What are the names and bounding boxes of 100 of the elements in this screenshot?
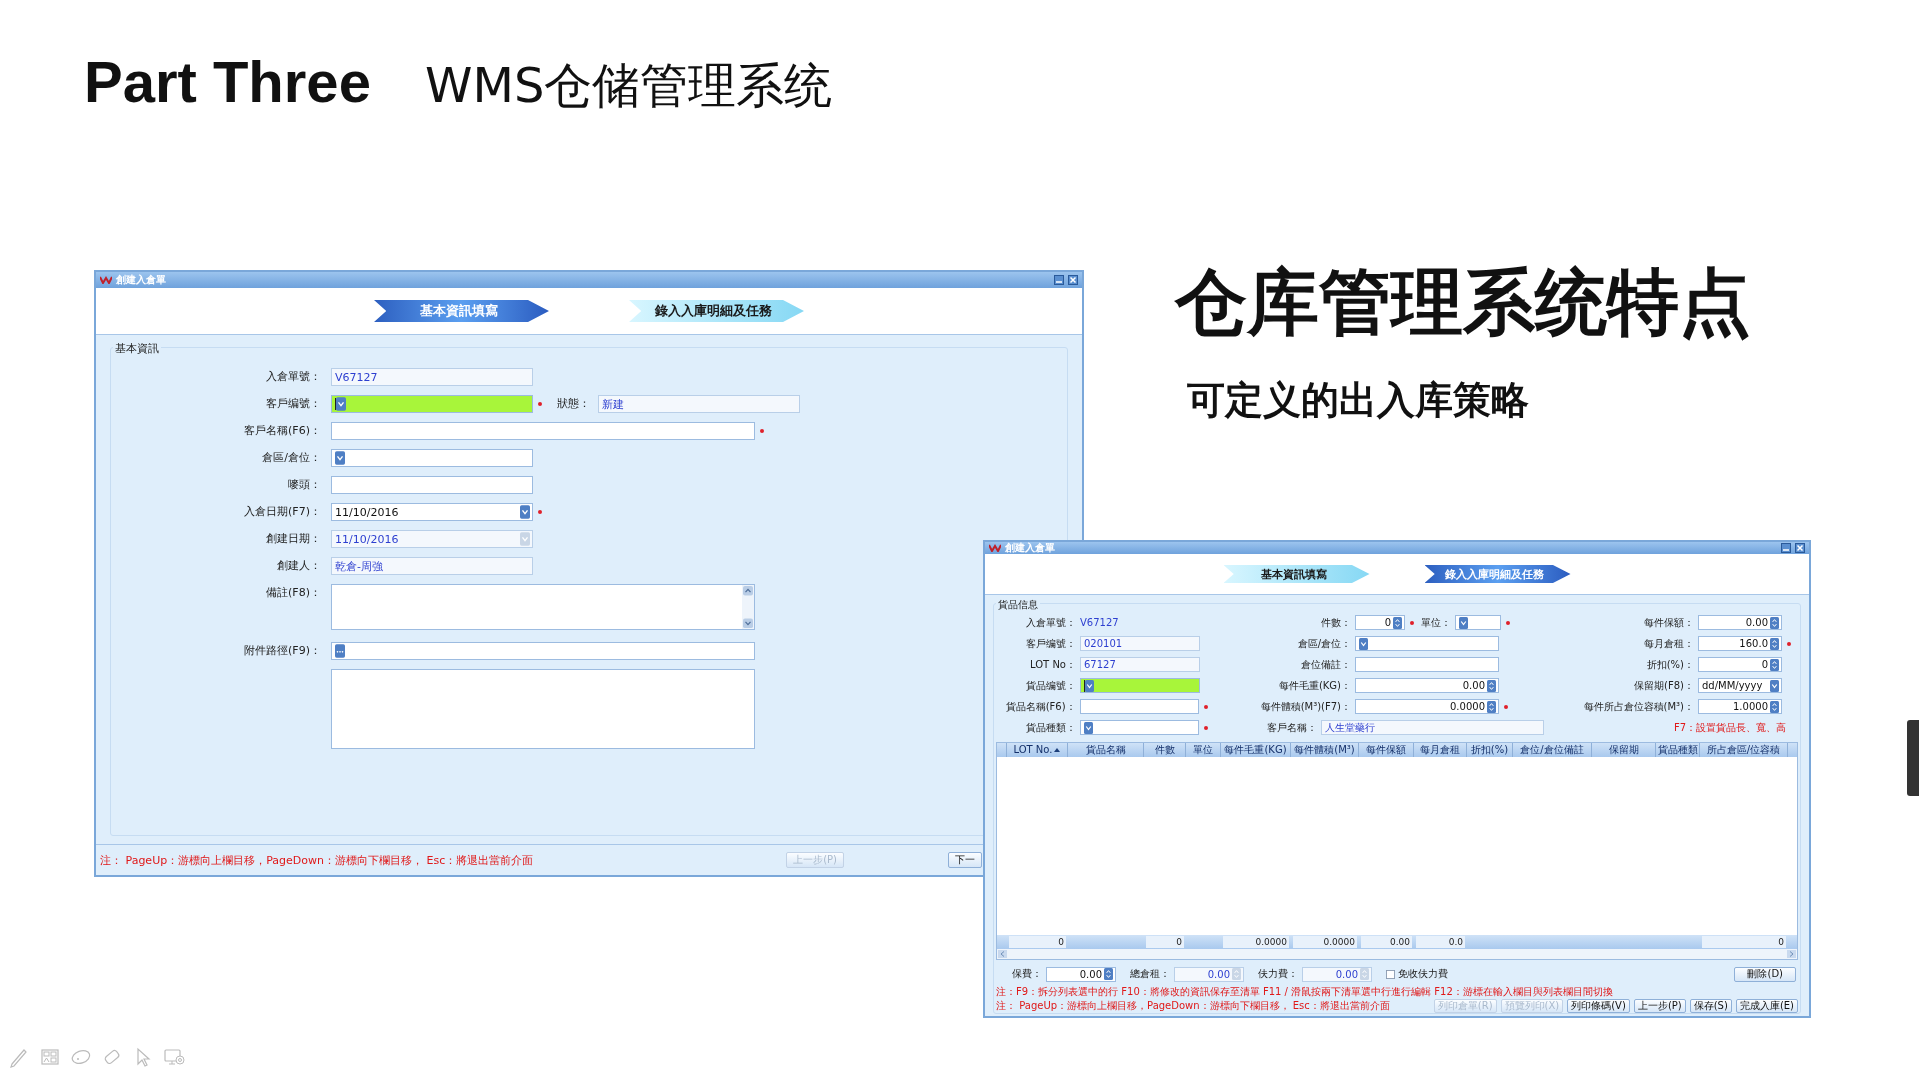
column-header[interactable]: 保留期 [1592, 743, 1656, 757]
spinner-icon[interactable] [1487, 700, 1496, 713]
number-field[interactable]: 0 [1698, 657, 1782, 672]
column-header[interactable]: 每件保額 [1359, 743, 1414, 757]
side-tab-handle[interactable] [1907, 720, 1919, 796]
dropdown-field[interactable] [331, 449, 533, 467]
nav-button[interactable]: 下一 [948, 852, 982, 868]
step-tab[interactable]: 基本資訊填寫 [1223, 565, 1370, 583]
field-label: LOT No： [1029, 657, 1076, 672]
action-button[interactable]: 保存(S) [1689, 999, 1732, 1013]
dropdown-field[interactable]: dd/MM/yyyy [1698, 678, 1782, 693]
column-header[interactable]: LOT No. [1007, 743, 1068, 757]
checkbox-label[interactable]: 免收伕力費 [1398, 967, 1448, 981]
scrollbar[interactable] [742, 585, 754, 629]
field-label: 倉位備註： [1300, 657, 1351, 672]
column-total: 0 [1702, 936, 1786, 948]
action-button[interactable]: 上一步(P) [1633, 999, 1686, 1013]
field-label: 入倉日期(F7)： [243, 504, 321, 520]
column-header[interactable]: 每件毛重(KG) [1221, 743, 1291, 757]
column-total: 0 [1146, 936, 1184, 948]
column-total: 0 [1009, 936, 1066, 948]
field-label: 每件毛重(KG)： [1277, 678, 1351, 693]
text-field[interactable] [331, 476, 533, 494]
text-field[interactable]: 020101 [1080, 636, 1200, 651]
window-title: 創建入倉單 [116, 275, 166, 285]
slide-heading: 仓库管理系统特点 [1175, 259, 1751, 346]
number-field[interactable]: 160.0 [1698, 636, 1782, 651]
text-field[interactable] [331, 422, 755, 440]
dropdown-field[interactable] [1355, 636, 1499, 651]
monitor-icon[interactable] [163, 1046, 185, 1068]
number-field[interactable]: 0.00 [1698, 615, 1782, 630]
number-field[interactable]: 1.0000 [1698, 699, 1782, 714]
field-label: 伕力費： [1258, 967, 1298, 981]
checkbox[interactable] [1386, 969, 1395, 979]
text-field[interactable]: V67127 [331, 368, 533, 386]
number-field[interactable]: 0.00 [1355, 678, 1499, 693]
field-label: 附件路徑(F9)： [243, 643, 321, 659]
dropdown-field[interactable] [331, 395, 533, 413]
slide-subheading: 可定义的出入库策略 [1187, 377, 1529, 424]
close-button[interactable] [1068, 275, 1078, 285]
value-text: V67127 [1080, 617, 1119, 628]
file-path-field[interactable] [331, 642, 755, 660]
spinner-icon[interactable] [1393, 616, 1402, 629]
spinner-icon[interactable] [1770, 700, 1779, 713]
dropdown-field[interactable]: 11/10/2016 [331, 503, 533, 521]
field-label: 件數： [1320, 615, 1351, 630]
minimize-button[interactable] [1781, 543, 1791, 553]
column-total: 0.0000 [1223, 936, 1289, 948]
action-button[interactable]: 完成入庫(E) [1735, 999, 1798, 1013]
spinner-icon[interactable] [1770, 658, 1779, 671]
text-field[interactable]: 67127 [1080, 657, 1200, 672]
text-field[interactable]: 新建 [598, 395, 800, 413]
column-header[interactable]: 單位 [1186, 743, 1221, 757]
spinner-icon[interactable] [1770, 637, 1779, 650]
step-tab[interactable]: 錄入入庫明細及任務 [629, 300, 804, 322]
column-header[interactable]: 貨品名稱 [1068, 743, 1144, 757]
column-header[interactable]: 倉位/倉位備註 [1513, 743, 1592, 757]
column-header[interactable]: 件數 [1144, 743, 1186, 757]
field-label: 創建日期： [265, 531, 321, 547]
field-label: 每件體積(M³)(F7)： [1259, 699, 1351, 714]
text-field[interactable]: 乾倉-周強 [331, 557, 533, 575]
text-area[interactable] [331, 669, 755, 749]
column-header[interactable]: 折扣(%) [1467, 743, 1513, 757]
action-button[interactable]: 列印條碼(V) [1567, 999, 1630, 1013]
browse-button[interactable] [335, 644, 345, 658]
number-field[interactable]: 0.0000 [1355, 699, 1499, 714]
field-label: 每月倉租： [1643, 636, 1694, 651]
field-label: 每件保額： [1643, 615, 1694, 630]
shortcut-note: 注： PageUp：游標向上欄目移，PageDown：游標向下欄目移， Esc：將退出當前介面 [100, 852, 534, 868]
text-field[interactable]: 人生堂藥行 [1321, 720, 1544, 735]
delete-button[interactable]: 刪除(D) [1734, 966, 1796, 982]
number-field[interactable]: 0.00 [1174, 966, 1244, 982]
group-title: 基本資訊 [113, 341, 161, 356]
text-field[interactable] [1355, 657, 1499, 672]
field-label: 折扣(%)： [1645, 657, 1694, 672]
field-label: 貨品種類： [1024, 720, 1076, 735]
column-header[interactable]: 貨品種類 [1656, 743, 1700, 757]
spinner-icon[interactable] [1104, 968, 1113, 980]
close-button[interactable] [1795, 543, 1805, 553]
dropdown-field[interactable] [1080, 678, 1200, 693]
shortcut-note: 注：F9：拆分列表選中的行 F10：將修改的資訊保存至清單 F11 / 滑鼠按兩下清單選中行進行編輯 F12：游標在輸入欄目與列表欄目間切換 [996, 985, 1614, 999]
text-field[interactable] [1079, 699, 1199, 714]
field-label: 總倉租： [1130, 967, 1170, 981]
dropdown-field[interactable] [1079, 720, 1199, 735]
column-header[interactable]: 每件體積(M³) [1291, 743, 1359, 757]
minimize-button[interactable] [1054, 275, 1064, 285]
step-tab[interactable]: 錄入入庫明細及任務 [1424, 565, 1571, 583]
column-header[interactable]: 所占倉區/位容積 [1700, 743, 1788, 757]
spinner-icon[interactable] [1770, 616, 1779, 629]
number-field[interactable]: 0.00 [1046, 966, 1116, 982]
dropdown-field[interactable] [1455, 615, 1501, 630]
text-area[interactable] [331, 584, 755, 630]
field-label: 客戶编號： [265, 396, 321, 412]
number-field[interactable]: 0.00 [1302, 966, 1372, 982]
column-header[interactable]: 每月倉租 [1414, 743, 1467, 757]
number-field[interactable]: 0 [1355, 615, 1405, 630]
spinner-icon[interactable] [1487, 679, 1496, 692]
column-total: 0.0000 [1293, 936, 1357, 948]
dropdown-field[interactable]: 11/10/2016 [331, 530, 533, 548]
horizontal-scrollbar[interactable] [997, 949, 1797, 959]
